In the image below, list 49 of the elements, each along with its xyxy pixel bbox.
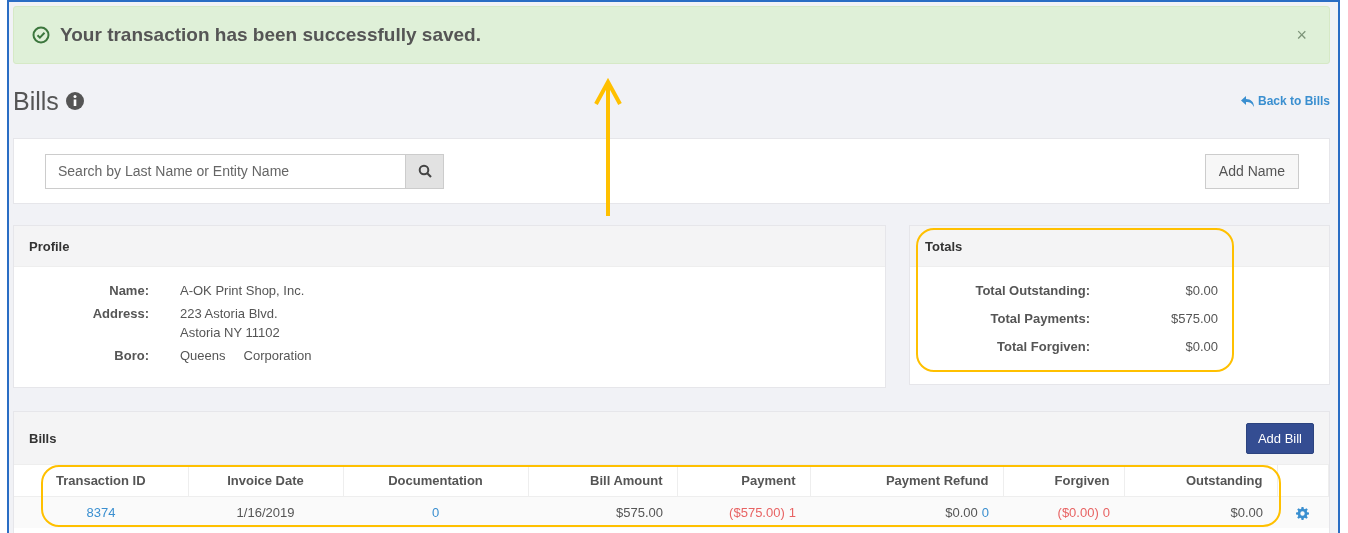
field-label: Name: xyxy=(108,283,149,298)
column-header: Transaction ID xyxy=(14,465,188,497)
column-header: Bill Amount xyxy=(528,465,677,497)
table-cell: ($0.00) xyxy=(1057,505,1099,520)
field-value: A-OK Print Shop, Inc. xyxy=(180,283,306,298)
total-label: Total Payments: xyxy=(989,311,1090,326)
column-header: Payment xyxy=(677,465,810,497)
add-name-button[interactable]: Add Name xyxy=(1204,153,1299,189)
add-bill-button[interactable]: Add Bill xyxy=(1245,422,1314,454)
card-title: Totals xyxy=(925,238,963,254)
table-link[interactable]: 0 xyxy=(431,505,440,520)
count-link[interactable]: 0 xyxy=(1102,505,1110,520)
table-cell: $0.00 xyxy=(1230,505,1263,520)
table-cell: $0.00 xyxy=(945,505,978,520)
search-icon xyxy=(417,164,432,178)
page-title: Bills xyxy=(13,86,59,116)
total-label: Total Outstanding: xyxy=(974,283,1090,298)
column-header: Payment Refund xyxy=(810,465,1003,497)
total-value: $0.00 xyxy=(1184,339,1218,354)
settings-icon[interactable] xyxy=(1296,507,1310,521)
info-icon xyxy=(64,91,85,111)
search-field[interactable]: Search by Last Name or Entity Name xyxy=(45,153,405,189)
field-value: 223 Astoria Blvd. xyxy=(180,306,279,321)
total-value: $0.00 xyxy=(1184,283,1218,298)
table-cell: ($575.00) xyxy=(729,505,785,520)
column-header: Documentation xyxy=(343,465,528,497)
total-value: $575.00 xyxy=(1170,311,1218,326)
field-value: Astoria NY 11102 xyxy=(180,325,281,340)
card-title: Bills xyxy=(29,430,57,446)
field-value: Corporation xyxy=(243,348,312,363)
total-label: Total Forgiven: xyxy=(996,339,1090,354)
table-cell: $575.00 xyxy=(616,505,663,520)
field-value: Queens xyxy=(180,348,226,363)
search-button[interactable] xyxy=(405,153,444,189)
back-link[interactable]: Back to Bills xyxy=(1240,94,1330,108)
reply-arrow-icon xyxy=(1240,95,1254,107)
column-header: Forgiven xyxy=(1003,465,1124,497)
alert-message: Your transaction has been successfully saved. xyxy=(60,24,481,46)
count-link[interactable]: 1 xyxy=(788,505,796,520)
table-link[interactable]: 8374 xyxy=(86,505,116,520)
column-header: Outstanding xyxy=(1124,465,1277,497)
field-label: Address: xyxy=(91,306,149,323)
table-cell: 1/16/2019 xyxy=(236,505,295,520)
column-header: Invoice Date xyxy=(188,465,343,497)
close-button[interactable]: × xyxy=(1292,24,1311,46)
card-title: Profile xyxy=(29,238,70,254)
field-label: Boro: xyxy=(113,348,149,363)
check-circle-icon xyxy=(32,26,50,44)
count-link[interactable]: 0 xyxy=(981,505,989,520)
